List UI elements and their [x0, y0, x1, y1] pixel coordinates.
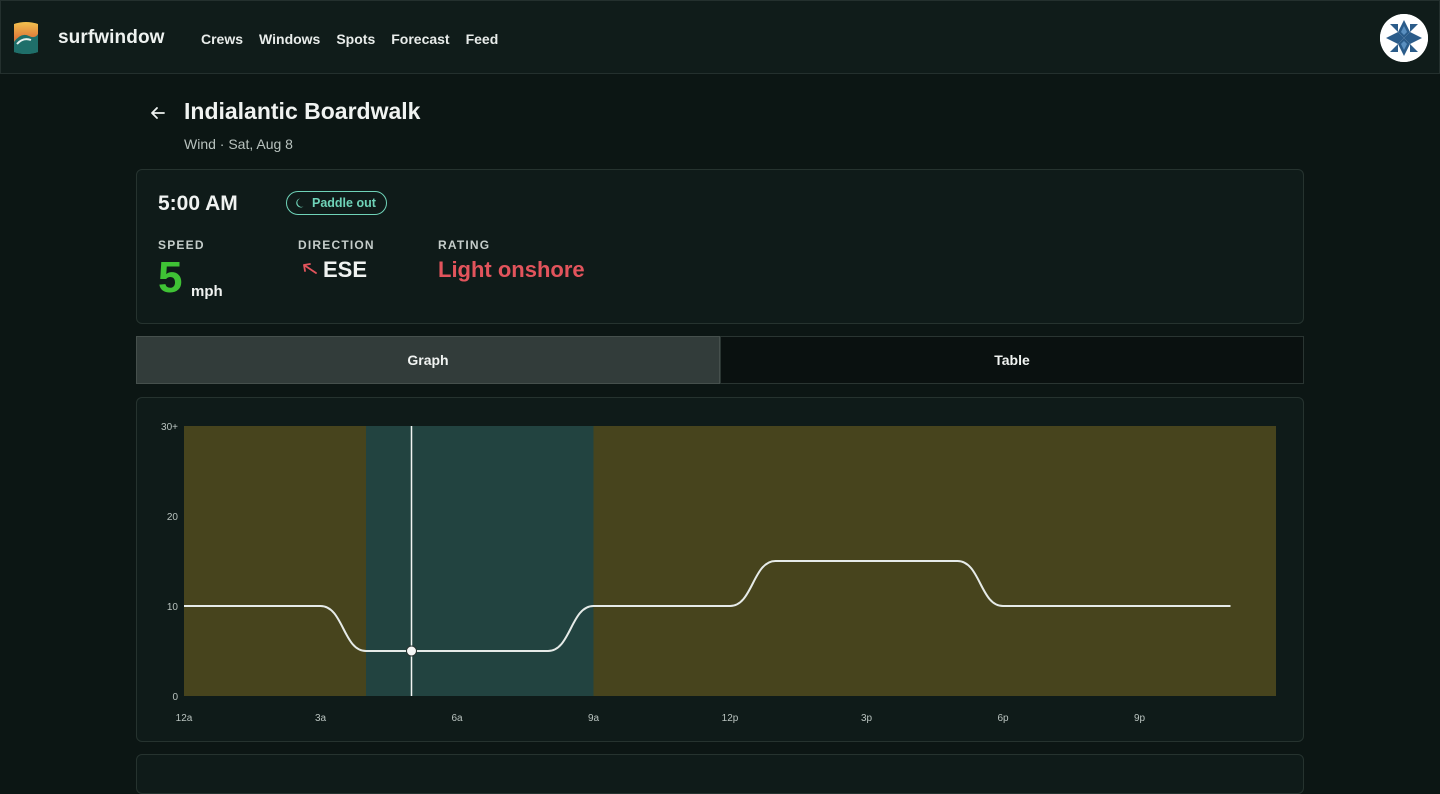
main-nav: Crews Windows Spots Forecast Feed	[201, 31, 498, 47]
x-tick-label: 6a	[451, 713, 463, 724]
current-time: 5:00 AM	[158, 192, 238, 215]
x-tick-label: 3p	[861, 713, 873, 724]
nav-item-crews[interactable]: Crews	[201, 31, 243, 47]
quilt-avatar-icon	[1380, 14, 1428, 62]
y-tick-label: 0	[172, 692, 178, 703]
nav-item-feed[interactable]: Feed	[466, 31, 499, 47]
y-tick-label: 20	[167, 512, 179, 523]
moon-icon	[296, 198, 304, 208]
page-subtitle: Wind · Sat, Aug 8	[184, 136, 293, 152]
direction-label: DIRECTION	[298, 238, 375, 252]
x-tick-label: 12a	[176, 713, 193, 724]
avatar[interactable]	[1380, 14, 1428, 62]
tab-table[interactable]: Table	[720, 336, 1304, 384]
tab-graph[interactable]: Graph	[136, 336, 720, 384]
page-title: Indialantic Boardwalk	[184, 98, 421, 124]
rating-label: RATING	[438, 238, 491, 252]
x-tick-label: 9p	[1134, 713, 1146, 724]
x-tick-label: 9a	[588, 713, 600, 724]
direction-arrow-icon	[303, 263, 317, 274]
next-card	[136, 754, 1304, 794]
wind-speed-chart[interactable]: 0 10 20 30+ 12a 3a 6a 9a 12p 3p 6p 9p	[137, 398, 1305, 743]
view-tabs: Graph Table	[136, 336, 1304, 384]
rating-value: Light onshore	[438, 257, 585, 282]
chart-band-onshore-0	[184, 426, 366, 696]
x-tick-label: 3a	[315, 713, 327, 724]
x-tick-label: 12p	[722, 713, 739, 724]
nav-item-windows[interactable]: Windows	[259, 31, 320, 47]
current-conditions-card: 5:00 AM Paddle out SPEED 5 mph DIRECTION…	[136, 169, 1304, 324]
chart-cursor-point	[406, 645, 417, 657]
badge-label: Paddle out	[312, 196, 376, 210]
chart-band-window-1	[366, 426, 594, 696]
brand-name[interactable]: surfwindow	[58, 27, 165, 49]
top-navigation-bar: surfwindow Crews Windows Spots Forecast …	[0, 0, 1440, 74]
speed-unit: mph	[191, 283, 223, 300]
status-badge: Paddle out	[286, 191, 387, 215]
direction-value: ESE	[323, 257, 368, 282]
wind-chart-card: 0 10 20 30+ 12a 3a 6a 9a 12p 3p 6p 9p	[136, 397, 1304, 742]
speed-value: 5	[158, 253, 183, 302]
y-tick-label: 30+	[161, 422, 178, 433]
back-arrow-icon[interactable]	[148, 103, 168, 123]
y-tick-label: 10	[167, 602, 179, 613]
speed-label: SPEED	[158, 238, 205, 252]
wave-logo-icon[interactable]	[11, 20, 41, 56]
nav-item-spots[interactable]: Spots	[336, 31, 375, 47]
nav-item-forecast[interactable]: Forecast	[391, 31, 449, 47]
x-tick-label: 6p	[997, 713, 1009, 724]
